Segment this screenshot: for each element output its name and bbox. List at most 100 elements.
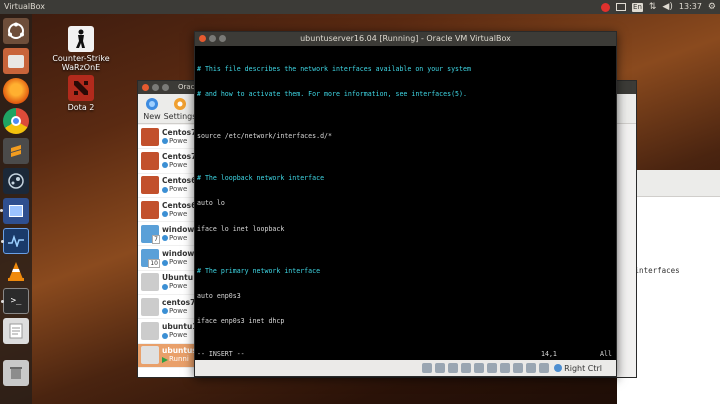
dash-icon[interactable] bbox=[3, 18, 29, 44]
keyboard-layout-indicator[interactable]: En bbox=[632, 2, 643, 12]
os-logo-icon bbox=[141, 273, 159, 292]
network-icon[interactable]: ⇅ bbox=[649, 0, 657, 14]
vm-state: Powe bbox=[162, 185, 198, 194]
vm-name: Centos6 bbox=[162, 176, 197, 186]
minimize-icon[interactable] bbox=[209, 35, 216, 42]
vm-list-item[interactable]: Centos7 Powe bbox=[138, 149, 198, 174]
vm-list-item[interactable]: centos7- Powe bbox=[138, 295, 198, 320]
network-adapter-icon[interactable] bbox=[461, 363, 472, 373]
notification-icon[interactable] bbox=[601, 2, 611, 12]
volume-icon[interactable]: ◀) bbox=[662, 0, 672, 14]
vm-name: windows bbox=[162, 249, 198, 259]
shared-folders-icon[interactable] bbox=[487, 363, 498, 373]
system-tray: En ⇅ ◀) 13:37 ⚙ bbox=[601, 0, 716, 14]
desktop-icon-counter-strike[interactable]: Counter-Strike WaRzOnE bbox=[46, 26, 116, 72]
terminal-line: auto lo bbox=[197, 199, 225, 208]
firefox-icon[interactable] bbox=[3, 78, 29, 104]
close-icon[interactable] bbox=[142, 84, 149, 91]
files-icon[interactable] bbox=[3, 48, 29, 74]
top-panel: VirtualBox En ⇅ ◀) 13:37 ⚙ bbox=[0, 0, 720, 14]
terminal-line: iface enp0s3 inet dhcp bbox=[197, 317, 285, 325]
windows-logo-icon: 7 bbox=[141, 224, 160, 244]
vm-name: ubuntu1 bbox=[162, 322, 198, 332]
vm-list-item-selected[interactable]: ubuntus Runni bbox=[138, 343, 198, 368]
trash-icon[interactable] bbox=[3, 360, 29, 386]
settings-button[interactable]: Settings bbox=[164, 97, 196, 121]
os-logo-icon bbox=[141, 127, 159, 146]
video-capture-icon[interactable] bbox=[513, 363, 524, 373]
steam-icon[interactable] bbox=[3, 168, 29, 194]
power-gear-icon[interactable]: ⚙ bbox=[708, 0, 716, 14]
dropbox-icon[interactable] bbox=[616, 3, 627, 11]
audio-icon[interactable] bbox=[448, 363, 459, 373]
terminal-line: # The loopback network interface bbox=[197, 174, 325, 183]
cursor-position: 14,1 bbox=[541, 350, 557, 358]
chrome-icon[interactable] bbox=[3, 108, 29, 134]
minimize-icon[interactable] bbox=[152, 84, 159, 91]
vm-list-item[interactable]: ubuntu1 Powe bbox=[138, 319, 198, 344]
vm-window-titlebar[interactable]: ubuntuserver16.04 [Running] - Oracle VM … bbox=[195, 32, 616, 46]
usb-icon[interactable] bbox=[474, 363, 485, 373]
vm-name: centos7- bbox=[162, 297, 198, 307]
os-logo-icon bbox=[141, 346, 159, 365]
hard-disk-icon[interactable] bbox=[422, 363, 433, 373]
os-logo-icon bbox=[141, 151, 159, 170]
power-state-icon bbox=[162, 332, 168, 339]
optical-drive-icon[interactable] bbox=[435, 363, 446, 373]
vm-name: Centos7 bbox=[162, 127, 197, 137]
vm-list-item[interactable]: 10 windows Powe bbox=[138, 246, 198, 271]
host-key-indicator[interactable]: Right Ctrl bbox=[554, 364, 602, 373]
vm-list-item[interactable]: Centos6 Powe bbox=[138, 174, 198, 198]
terminal-line: # This file describes the network interf… bbox=[197, 64, 471, 73]
power-state-icon bbox=[162, 235, 168, 242]
os-logo-icon bbox=[141, 176, 159, 195]
terminal-line: iface lo inet loopback bbox=[197, 224, 285, 233]
launcher: >_ bbox=[0, 14, 32, 404]
power-state-icon bbox=[162, 211, 168, 218]
system-monitor-icon[interactable] bbox=[1, 228, 29, 254]
settings-label: Settings bbox=[163, 112, 197, 121]
terminal-line: source /etc/network/interfaces.d/* bbox=[197, 132, 332, 141]
desktop-icon-dota2[interactable]: Dota 2 bbox=[46, 75, 116, 112]
terminal-icon[interactable]: >_ bbox=[1, 288, 29, 314]
vlc-icon[interactable] bbox=[3, 258, 29, 284]
cpu-icon[interactable] bbox=[526, 363, 537, 373]
vm-state: Runni bbox=[162, 355, 198, 364]
dota2-icon bbox=[68, 75, 94, 101]
power-state-icon bbox=[162, 138, 168, 145]
display-icon[interactable] bbox=[500, 363, 511, 373]
vm-state: Powe bbox=[162, 307, 198, 316]
vm-list: Centos7 Powe Centos7 Powe Centos6 Powe Cent… bbox=[138, 125, 198, 377]
maximize-icon[interactable] bbox=[219, 35, 226, 42]
vm-window-title: ubuntuserver16.04 [Running] - Oracle VM … bbox=[300, 34, 511, 43]
vm-state: Powe bbox=[162, 137, 198, 146]
text-editor-icon[interactable] bbox=[3, 318, 29, 344]
power-state-icon bbox=[162, 283, 168, 290]
new-vm-button[interactable]: New bbox=[140, 97, 164, 121]
vm-list-item[interactable]: Centos7 Powe bbox=[138, 125, 198, 150]
os-logo-icon bbox=[141, 200, 159, 219]
new-label: New bbox=[143, 112, 161, 121]
power-state-icon bbox=[162, 186, 168, 193]
close-icon[interactable] bbox=[199, 35, 206, 42]
sublime-icon[interactable] bbox=[3, 138, 29, 164]
vm-window: ubuntuserver16.04 [Running] - Oracle VM … bbox=[194, 31, 617, 377]
settings-gear-icon bbox=[174, 98, 186, 110]
vm-list-item[interactable]: Ubuntu d Powe bbox=[138, 271, 198, 296]
vm-name: ubuntus bbox=[162, 346, 197, 356]
vm-list-item[interactable]: 7 windows Powe bbox=[138, 222, 198, 247]
mouse-integration-icon[interactable] bbox=[539, 363, 550, 373]
vm-state: Powe bbox=[162, 282, 198, 291]
screenshot-icon[interactable] bbox=[0, 198, 29, 224]
terminal-screen[interactable]: # This file describes the network interf… bbox=[197, 48, 614, 358]
vm-list-item[interactable]: Centos6 Powe bbox=[138, 198, 198, 223]
counter-strike-icon bbox=[68, 26, 94, 52]
maximize-icon[interactable] bbox=[162, 84, 169, 91]
vm-name: windows bbox=[162, 224, 198, 234]
vm-state: Powe bbox=[162, 234, 198, 243]
windows-logo-icon: 10 bbox=[141, 249, 160, 269]
clock[interactable]: 13:37 bbox=[679, 0, 702, 14]
running-arrow-icon bbox=[162, 356, 168, 363]
terminal-line: # and how to activate them. For more inf… bbox=[197, 90, 467, 99]
vm-state: Powe bbox=[162, 258, 198, 267]
